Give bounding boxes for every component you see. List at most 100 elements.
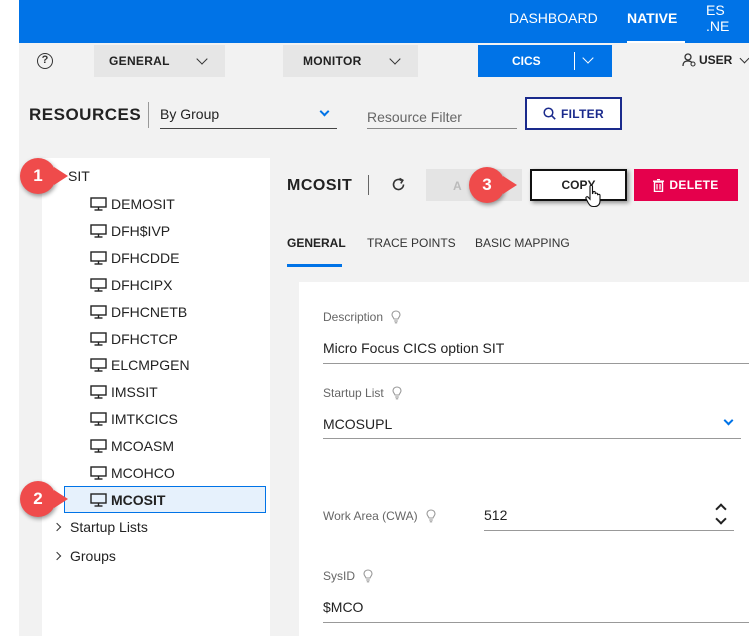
group-by-select[interactable]: By Group bbox=[160, 103, 337, 129]
monitor-icon bbox=[90, 197, 107, 211]
tree-item-label: ELCMPGEN bbox=[111, 357, 190, 373]
cics-divider bbox=[574, 52, 575, 70]
tree-item-label: DFHCTCP bbox=[111, 331, 178, 347]
description-field[interactable]: Micro Focus CICS option SIT bbox=[323, 340, 504, 356]
step-callout-3: 3 bbox=[469, 167, 517, 203]
copy-button[interactable]: COPY bbox=[530, 169, 627, 201]
tree-item-label: IMTKCICS bbox=[111, 411, 178, 427]
monitor-icon bbox=[90, 358, 107, 372]
tree-item-label: IMSSIT bbox=[111, 384, 158, 400]
startup-list-label-text: Startup List bbox=[323, 386, 384, 400]
resource-filter-input[interactable] bbox=[367, 103, 517, 129]
tree-item-demosit[interactable]: DEMOSIT bbox=[90, 194, 175, 214]
chevron-down-icon bbox=[389, 53, 401, 65]
search-icon bbox=[543, 107, 556, 120]
nav-native[interactable]: NATIVE bbox=[627, 0, 677, 36]
startup-list-underline bbox=[323, 438, 741, 439]
delete-button-label: DELETE bbox=[669, 178, 719, 192]
lightbulb-icon[interactable] bbox=[426, 509, 436, 523]
tree-item-dfhctcp[interactable]: DFHCTCP bbox=[90, 329, 178, 349]
chevron-down-icon bbox=[319, 106, 330, 117]
cics-dropdown[interactable]: CICS bbox=[478, 45, 612, 77]
tree-root-label: SIT bbox=[68, 168, 90, 184]
description-label-text: Description bbox=[323, 310, 384, 324]
monitor-icon bbox=[90, 493, 107, 507]
lightbulb-icon[interactable] bbox=[363, 569, 373, 583]
sysid-field[interactable]: $MCO bbox=[323, 599, 363, 615]
lightbulb-icon[interactable] bbox=[391, 310, 401, 324]
filter-button-label: FILTER bbox=[561, 106, 604, 121]
nav-dashboard[interactable]: DASHBOARD bbox=[509, 0, 598, 36]
tab-general[interactable]: GENERAL bbox=[287, 236, 346, 250]
delete-button[interactable]: DELETE bbox=[634, 169, 738, 201]
work-area-label-text: Work Area (CWA) bbox=[323, 509, 418, 523]
tree-root-sit[interactable]: SIT bbox=[68, 166, 90, 186]
monitor-icon bbox=[90, 224, 107, 238]
tree-item-dfhcdde[interactable]: DFHCDDE bbox=[90, 248, 179, 268]
tree-item-mcohco[interactable]: MCOHCO bbox=[90, 463, 175, 483]
startup-list-select[interactable]: MCOSUPL bbox=[323, 416, 392, 432]
tree-item-label: DFHCDDE bbox=[111, 250, 180, 266]
monitor-dropdown[interactable]: MONITOR bbox=[283, 45, 418, 77]
tree-item-label: MCOASM bbox=[111, 438, 174, 454]
monitor-dropdown-label: MONITOR bbox=[303, 54, 362, 68]
group-by-value: By Group bbox=[160, 106, 220, 122]
resource-title: MCOSIT bbox=[287, 177, 353, 194]
tree-item-label: DEMOSIT bbox=[111, 196, 175, 212]
tree-item-imtkcics[interactable]: IMTKCICS bbox=[90, 409, 178, 429]
work-area-underline bbox=[484, 530, 734, 531]
filter-button[interactable]: FILTER bbox=[525, 97, 622, 130]
tree-item-label: DFHCIPX bbox=[111, 277, 173, 293]
trash-icon bbox=[653, 178, 665, 192]
tree-item-imssit[interactable]: IMSSIT bbox=[90, 382, 158, 402]
user-menu[interactable]: USER bbox=[682, 53, 749, 67]
refresh-icon[interactable] bbox=[390, 176, 407, 193]
chevron-down-icon bbox=[739, 53, 749, 63]
resources-divider bbox=[148, 102, 149, 128]
sysid-label-text: SysID bbox=[323, 569, 356, 583]
title-divider bbox=[368, 175, 369, 195]
user-icon bbox=[682, 53, 696, 67]
step-callout-2: 2 bbox=[20, 481, 68, 517]
chevron-down-icon[interactable] bbox=[582, 52, 594, 64]
help-icon[interactable]: ? bbox=[37, 53, 53, 69]
work-area-label: Work Area (CWA) bbox=[323, 509, 436, 523]
step-callout-1: 1 bbox=[20, 158, 68, 194]
monitor-icon bbox=[90, 412, 107, 426]
tree-item-label: DFHCNETB bbox=[111, 304, 188, 320]
sysid-underline bbox=[323, 622, 749, 623]
tab-active-indicator bbox=[287, 264, 342, 267]
tree-item-dfhivp[interactable]: DFH$IVP bbox=[90, 221, 170, 241]
tree-item-elcmpgen[interactable]: ELCMPGEN bbox=[90, 355, 190, 375]
hand-cursor-icon bbox=[585, 184, 601, 208]
tree-item-mcosit[interactable]: MCOSIT bbox=[90, 490, 165, 510]
monitor-icon bbox=[90, 385, 107, 399]
resources-title: RESOURCES bbox=[29, 105, 142, 124]
tab-trace-points[interactable]: TRACE POINTS bbox=[367, 236, 456, 250]
tab-basic-mapping[interactable]: BASIC MAPPING bbox=[475, 236, 570, 250]
general-dropdown-label: GENERAL bbox=[109, 54, 170, 68]
sysid-label: SysID bbox=[323, 569, 373, 583]
startup-list-label: Startup List bbox=[323, 386, 402, 400]
tree-item-label: MCOHCO bbox=[111, 465, 175, 481]
chevron-down-icon bbox=[196, 53, 208, 65]
nav-es-net[interactable]: ES .NE bbox=[706, 0, 749, 36]
user-menu-label: USER bbox=[699, 53, 733, 67]
description-label: Description bbox=[323, 310, 401, 324]
chevron-right-icon bbox=[52, 551, 62, 561]
chevron-right-icon bbox=[52, 522, 62, 532]
tree-groups[interactable]: Groups bbox=[52, 546, 116, 566]
general-dropdown[interactable]: GENERAL bbox=[94, 45, 225, 77]
tree-item-dfhcnetb[interactable]: DFHCNETB bbox=[90, 302, 187, 322]
monitor-icon bbox=[90, 466, 107, 480]
tree-startup-lists[interactable]: Startup Lists bbox=[52, 517, 148, 537]
description-underline bbox=[323, 363, 749, 364]
lightbulb-icon[interactable] bbox=[392, 386, 402, 400]
tree-groups-label: Groups bbox=[70, 548, 116, 564]
tree-item-dfhcipx[interactable]: DFHCIPX bbox=[90, 275, 172, 295]
tree-item-label: DFH$IVP bbox=[111, 223, 171, 239]
tree-item-mcoasm[interactable]: MCOASM bbox=[90, 436, 174, 456]
monitor-icon bbox=[90, 278, 107, 292]
work-area-stepper[interactable]: 512 bbox=[484, 507, 507, 523]
tree-startup-lists-label: Startup Lists bbox=[70, 519, 148, 535]
